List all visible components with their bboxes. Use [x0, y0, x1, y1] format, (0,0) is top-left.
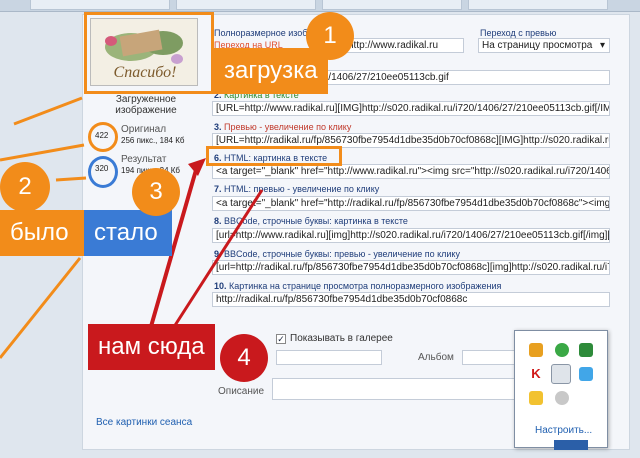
app-icon[interactable]	[529, 391, 543, 405]
top-tab[interactable]	[176, 0, 316, 10]
url-input[interactable]: http://www.radikal.ru	[344, 38, 464, 53]
original-ring	[88, 122, 118, 152]
row-title: BBCode, строчные буквы: превью - увеличе…	[224, 249, 460, 259]
html-row-highlight-box	[206, 146, 342, 166]
became-annotation-label: стало	[84, 210, 172, 256]
row-6-field[interactable]: <a target="_blank" href="http://www.radi…	[212, 164, 610, 179]
preview-transition-label: Переход с превью	[480, 28, 557, 38]
preview-select-value: На страницу просмотра	[482, 40, 593, 51]
app-icon[interactable]	[579, 367, 593, 381]
step-4-badge: 4	[220, 334, 268, 382]
app-icon[interactable]	[579, 343, 593, 357]
row-7-field[interactable]: <a target="_blank" href="http://radikal.…	[212, 196, 610, 211]
bell-icon[interactable]	[555, 391, 569, 405]
kaspersky-icon[interactable]: K	[529, 367, 543, 381]
row-3-label: 3. Превью - увеличение по клику	[214, 122, 351, 132]
annotation-arrow-line	[0, 257, 82, 359]
row-number: 3.	[214, 122, 222, 132]
app-icon[interactable]	[529, 343, 543, 357]
top-tab[interactable]	[30, 0, 170, 10]
chevron-down-icon: ▾	[599, 40, 605, 51]
result-label: Результат	[121, 154, 167, 165]
row-8-label: 8. BBCode, строчные буквы: картинка в те…	[214, 216, 408, 226]
gallery-checkbox[interactable]: ✓	[276, 334, 286, 344]
description-input[interactable]	[272, 378, 518, 400]
row-title: BBCode, строчные буквы: картинка в текст…	[224, 216, 408, 226]
row-2-field[interactable]: [URL=http://www.radikal.ru][IMG]http://s…	[212, 101, 610, 116]
description-label: Описание	[218, 386, 265, 397]
row-number: 9.	[214, 249, 222, 259]
row-title: Картинка на странице просмотра полноразм…	[229, 281, 502, 291]
gallery-checkbox-label: Показывать в галерее	[290, 333, 393, 344]
row-number: 7.	[214, 184, 222, 194]
album-select[interactable]	[462, 350, 518, 365]
loaded-image-label: Загруженное изображение	[115, 94, 177, 116]
preview-select[interactable]: На страницу просмотра ▾	[478, 38, 610, 53]
browser-top-strip	[0, 0, 640, 12]
step-2-badge: 2	[0, 162, 50, 212]
upload-highlight-box	[84, 12, 214, 94]
top-tab[interactable]	[468, 0, 608, 10]
row-9-label: 9. BBCode, строчные буквы: превью - увел…	[214, 249, 460, 259]
annotation-arrow-line	[0, 143, 85, 162]
row-title: HTML: превью - увеличение по клику	[224, 184, 380, 194]
gallery-name-input[interactable]	[276, 350, 382, 365]
row-number: 8.	[214, 216, 222, 226]
app-icon[interactable]	[555, 343, 569, 357]
row-title: Превью - увеличение по клику	[224, 122, 352, 132]
tray-arrow-button[interactable]	[554, 440, 588, 450]
row-10-label: 10. Картинка на странице просмотра полно…	[214, 281, 501, 291]
original-info: 256 пикс., 184 Кб	[121, 136, 185, 145]
tray-configure-link[interactable]: Настроить...	[535, 425, 592, 436]
album-label: Альбом	[418, 352, 454, 363]
row-number: 10.	[214, 281, 227, 291]
row-7-label: 7. HTML: превью - увеличение по клику	[214, 184, 379, 194]
upload-annotation-label: загрузка	[214, 48, 328, 94]
was-annotation-label: было	[0, 210, 84, 256]
system-tray-popup: K Настроить...	[514, 330, 608, 448]
annotation-arrow-line	[13, 96, 83, 126]
row-10-field[interactable]: http://radikal.ru/fp/856730fbe7954d1dbe3…	[212, 292, 610, 307]
original-label: Оригинал	[121, 124, 167, 135]
top-tab[interactable]	[322, 0, 462, 10]
radikal-tray-icon[interactable]	[551, 364, 571, 384]
result-ring	[88, 156, 118, 188]
step-3-badge: 3	[132, 168, 180, 216]
row-8-field[interactable]: [url=http://www.radikal.ru][img]http://s…	[212, 228, 610, 243]
session-pictures-link[interactable]: Все картинки сеанса	[96, 417, 192, 428]
row-9-field[interactable]: [url=http://radikal.ru/fp/856730fbe7954d…	[212, 260, 610, 275]
go-here-annotation-label: нам сюда	[88, 324, 215, 370]
